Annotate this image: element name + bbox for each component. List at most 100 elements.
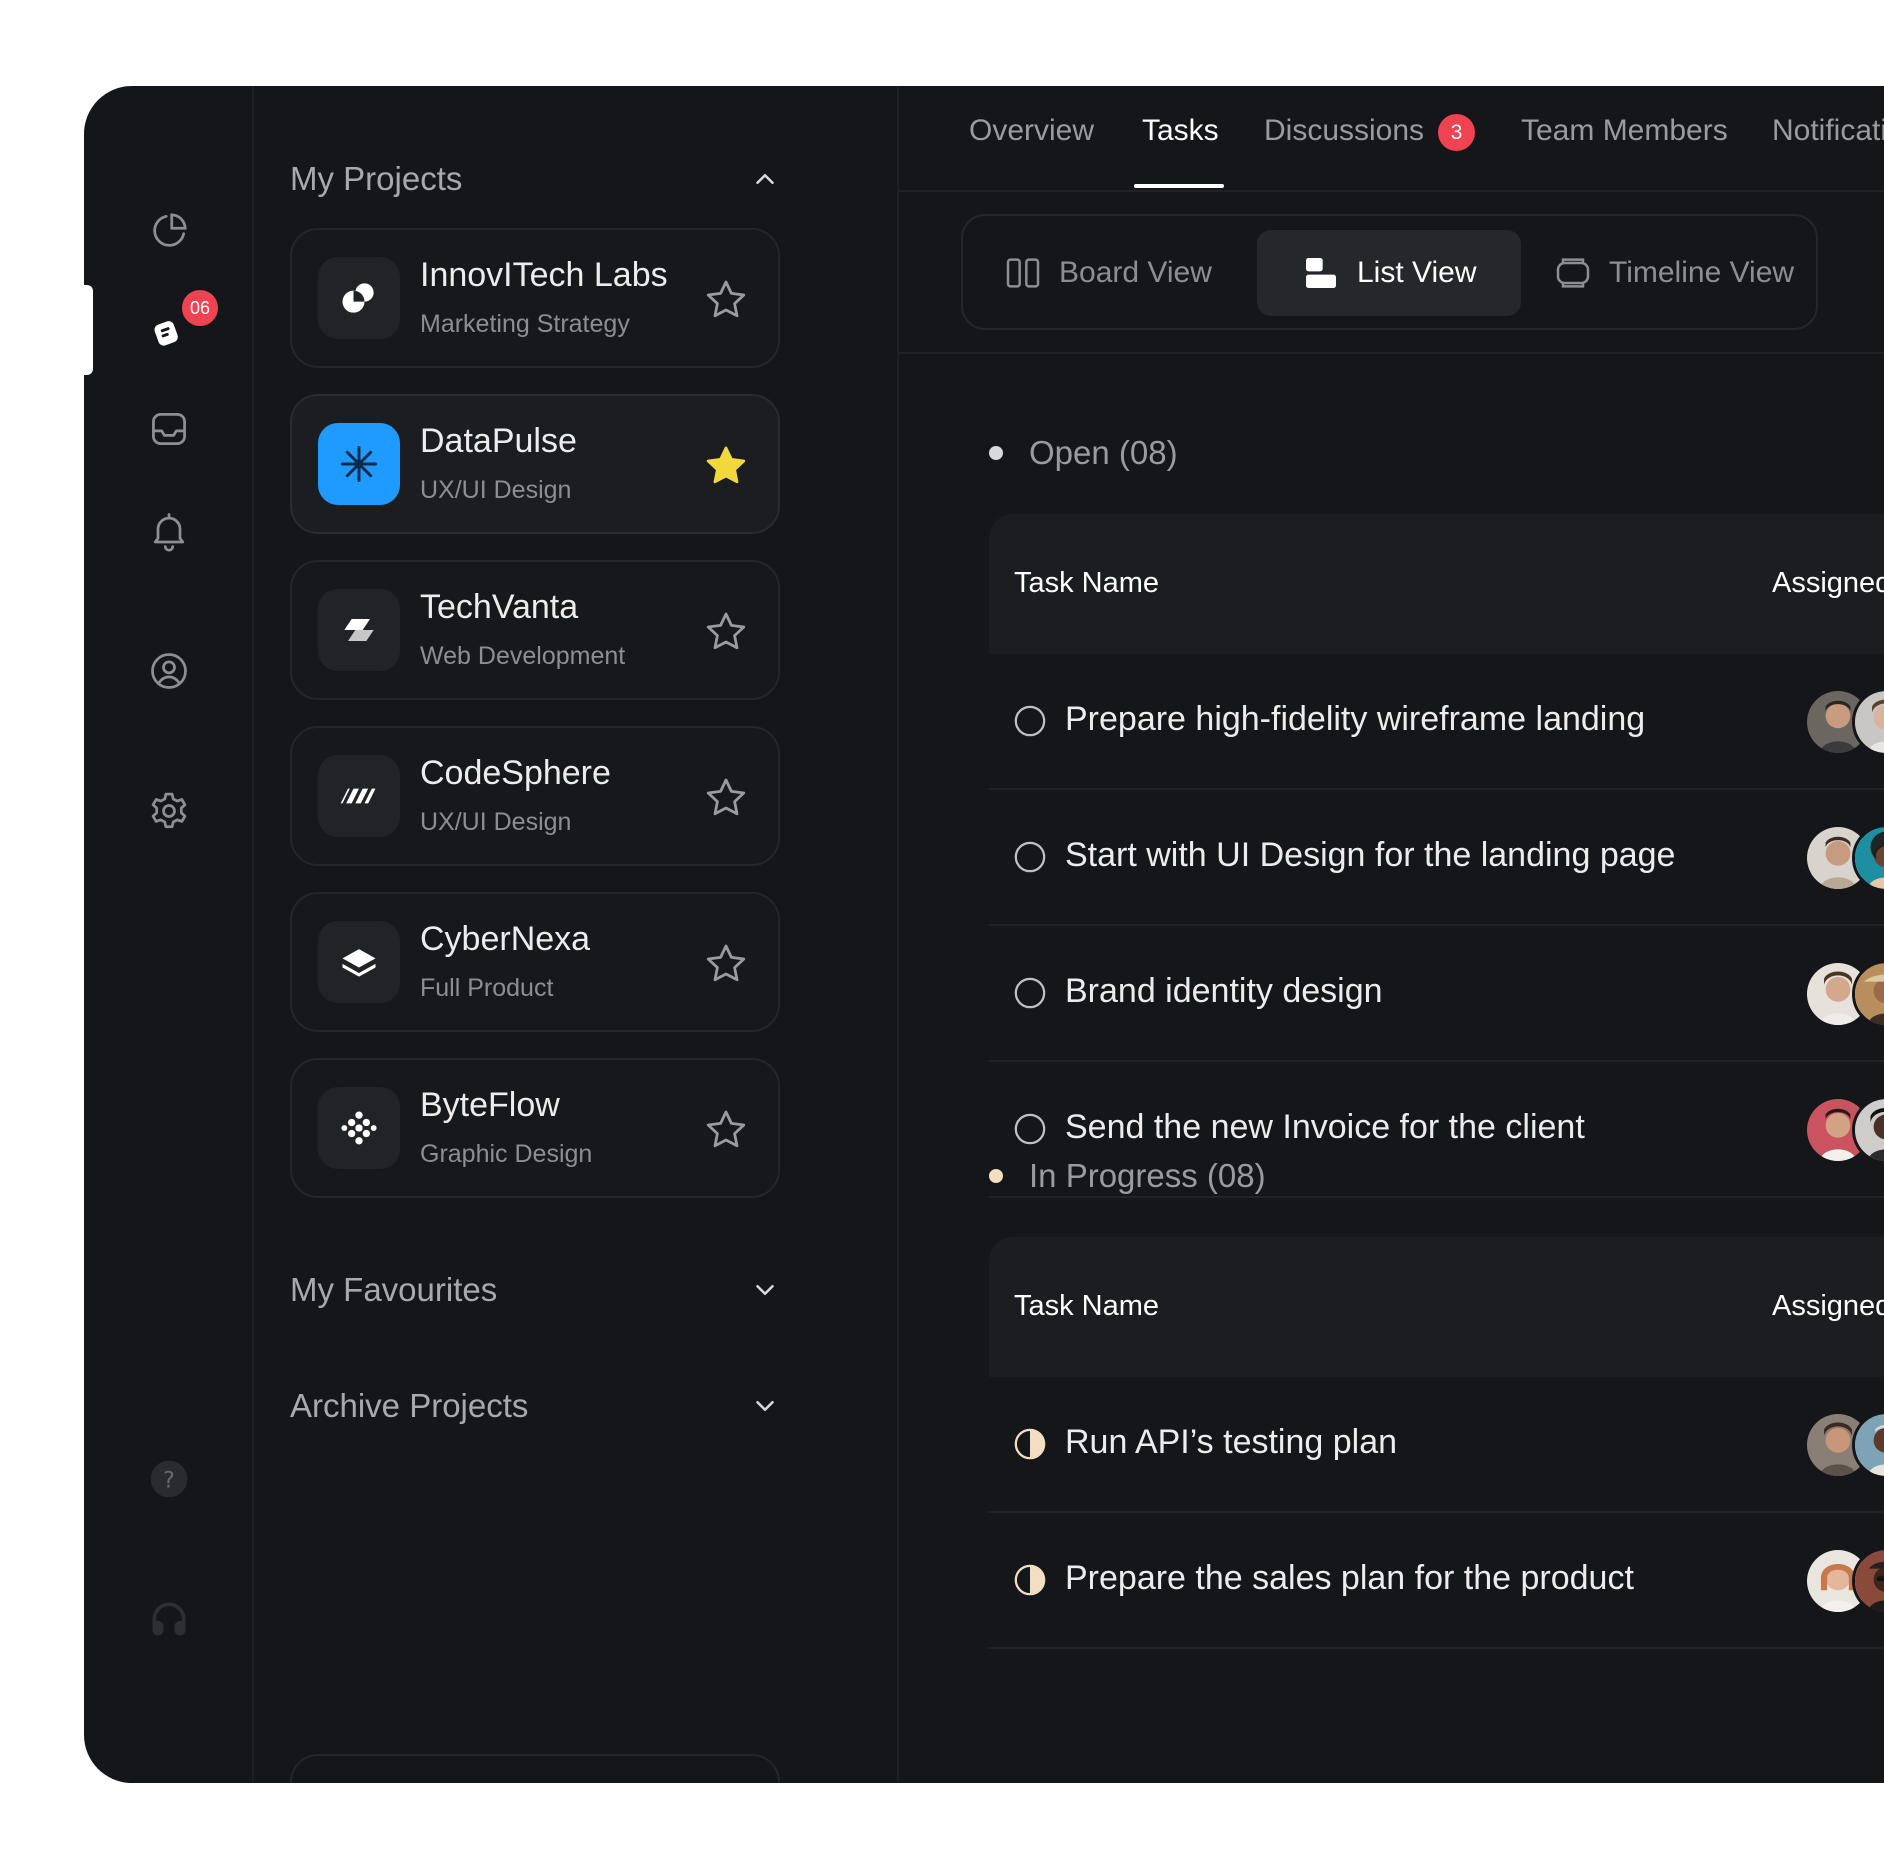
task-name: Run API’s testing plan	[1065, 1423, 1398, 1461]
timeline-view-button[interactable]: Timeline View	[1553, 230, 1794, 316]
chevron-down-icon	[756, 1285, 774, 1295]
rail-item-notifications[interactable]	[84, 486, 254, 576]
datapulse-logo	[318, 423, 400, 505]
assignee-avatars[interactable]	[1804, 688, 1884, 758]
tab-team-members[interactable]: Team Members	[1521, 114, 1728, 148]
open-status-icon[interactable]	[1013, 976, 1047, 1010]
discussions-badge: 3	[1438, 114, 1475, 151]
app-window: 06 ? My Projects InnovITech Labs Marketi…	[84, 86, 1884, 1783]
column-task-name[interactable]: Task Name	[1014, 567, 1159, 600]
rail-item-inbox[interactable]	[84, 384, 254, 474]
timeline-icon	[1556, 258, 1590, 288]
assignee-avatars[interactable]	[1804, 1547, 1884, 1617]
column-assigned-to[interactable]: Assigned to	[1772, 567, 1884, 600]
project-name: CodeSphere	[420, 754, 611, 792]
rail-item-help[interactable]: ?	[84, 1434, 254, 1524]
rail-item-settings[interactable]	[84, 766, 254, 856]
my-favourites-header[interactable]: My Favourites	[290, 1265, 780, 1315]
star-outline-icon[interactable]	[702, 1106, 750, 1154]
in-progress-status-icon[interactable]	[1013, 1427, 1047, 1461]
column-assigned-to[interactable]: Assigned to	[1772, 1290, 1884, 1323]
pie-chart-icon	[153, 213, 187, 247]
project-card-innovitech[interactable]: InnovITech Labs Marketing Strategy	[290, 228, 780, 368]
timeline-view-label: Timeline View	[1609, 256, 1795, 289]
board-view-button[interactable]: Board View	[1003, 230, 1212, 316]
cybernexa-logo	[318, 921, 400, 1003]
bell-icon	[153, 513, 185, 552]
open-status-icon[interactable]	[1013, 704, 1047, 738]
archive-projects-header[interactable]: Archive Projects	[290, 1381, 780, 1431]
assignee-avatars[interactable]	[1804, 824, 1884, 894]
in-progress-status-icon[interactable]	[1013, 1563, 1047, 1597]
project-card-byteflow[interactable]: ByteFlow Graphic Design	[290, 1058, 780, 1198]
rail-item-projects[interactable]	[84, 285, 254, 375]
tab-discussions[interactable]: Discussions	[1264, 114, 1424, 148]
project-name: CyberNexa	[420, 920, 591, 958]
project-card-techvanta[interactable]: TechVanta Web Development	[290, 560, 780, 700]
user-icon	[151, 653, 187, 689]
project-name: InnovITech Labs	[420, 256, 668, 294]
task-row[interactable]: Start with UI Design for the landing pag…	[989, 790, 1884, 926]
svg-text:?: ?	[163, 1468, 175, 1493]
rail-item-dashboard[interactable]	[84, 186, 254, 276]
project-category: Web Development	[420, 642, 626, 670]
task-row[interactable]: Prepare high-fidelity wireframe landing	[989, 654, 1884, 790]
column-task-name[interactable]: Task Name	[1014, 1290, 1159, 1323]
chevron-up-icon	[756, 174, 774, 184]
rail-item-support[interactable]	[84, 1574, 254, 1664]
list-icon	[1306, 258, 1336, 288]
project-name: ByteFlow	[420, 1086, 560, 1124]
codesphere-logo	[318, 755, 400, 837]
tab-notifications[interactable]: Notifications	[1772, 114, 1884, 148]
task-name: Send the new Invoice for the client	[1065, 1108, 1585, 1146]
star-outline-icon[interactable]	[702, 774, 750, 822]
headset-icon	[152, 1602, 186, 1636]
gear-icon	[151, 792, 187, 829]
inbox-icon	[152, 412, 186, 446]
task-row[interactable]: Brand identity design	[989, 926, 1884, 1062]
assignee-avatars[interactable]	[1804, 1411, 1884, 1481]
my-favourites-title: My Favourites	[290, 1271, 498, 1308]
rail-projects-badge: 06	[178, 286, 222, 330]
status-dot	[989, 1169, 1003, 1183]
panel-bottom-card	[290, 1754, 780, 1783]
project-category: Marketing Strategy	[420, 310, 630, 338]
star-filled-icon[interactable]	[702, 442, 750, 490]
tab-bar: Overview Tasks Discussions 3 Team Member…	[899, 86, 1884, 192]
group-open-label[interactable]: Open (08)	[989, 434, 1178, 472]
project-card-codesphere[interactable]: CodeSphere UX/UI Design	[290, 726, 780, 866]
task-name: Start with UI Design for the landing pag…	[1065, 836, 1676, 874]
main-content: Overview Tasks Discussions 3 Team Member…	[899, 86, 1884, 1783]
my-projects-title: My Projects	[290, 160, 463, 197]
view-switcher-area: Board View List View Timeline View	[899, 192, 1884, 354]
project-card-cybernexa[interactable]: CyberNexa Full Product	[290, 892, 780, 1032]
rail-item-profile[interactable]	[84, 626, 254, 716]
tab-overview[interactable]: Overview	[969, 114, 1094, 148]
task-name: Brand identity design	[1065, 972, 1383, 1010]
my-projects-header[interactable]: My Projects	[290, 154, 780, 204]
status-dot	[989, 446, 1003, 460]
open-status-icon[interactable]	[1013, 840, 1047, 874]
tab-tasks[interactable]: Tasks	[1142, 114, 1219, 148]
active-tab-indicator	[1134, 184, 1224, 188]
task-row[interactable]: Prepare the sales plan for the product	[989, 1513, 1884, 1649]
list-view-button[interactable]: List View	[1257, 230, 1521, 316]
project-category: Graphic Design	[420, 1140, 593, 1168]
project-name: TechVanta	[420, 588, 579, 626]
innovitech-logo	[318, 257, 400, 339]
list-view-label: List View	[1357, 256, 1477, 289]
project-category: Full Product	[420, 974, 554, 1002]
group-title: Open (08)	[1029, 434, 1178, 471]
board-view-label: Board View	[1059, 256, 1212, 289]
task-row[interactable]: Run API’s testing plan	[989, 1377, 1884, 1513]
help-icon: ?	[150, 1460, 188, 1498]
assignee-avatars[interactable]	[1804, 960, 1884, 1030]
star-outline-icon[interactable]	[702, 608, 750, 656]
group-in-progress-label[interactable]: In Progress (08)	[989, 1157, 1266, 1195]
project-category: UX/UI Design	[420, 476, 572, 504]
assignee-avatars[interactable]	[1804, 1096, 1884, 1166]
star-outline-icon[interactable]	[702, 276, 750, 324]
star-outline-icon[interactable]	[702, 940, 750, 988]
project-card-datapulse[interactable]: DataPulse UX/UI Design	[290, 394, 780, 534]
open-status-icon[interactable]	[1013, 1112, 1047, 1146]
